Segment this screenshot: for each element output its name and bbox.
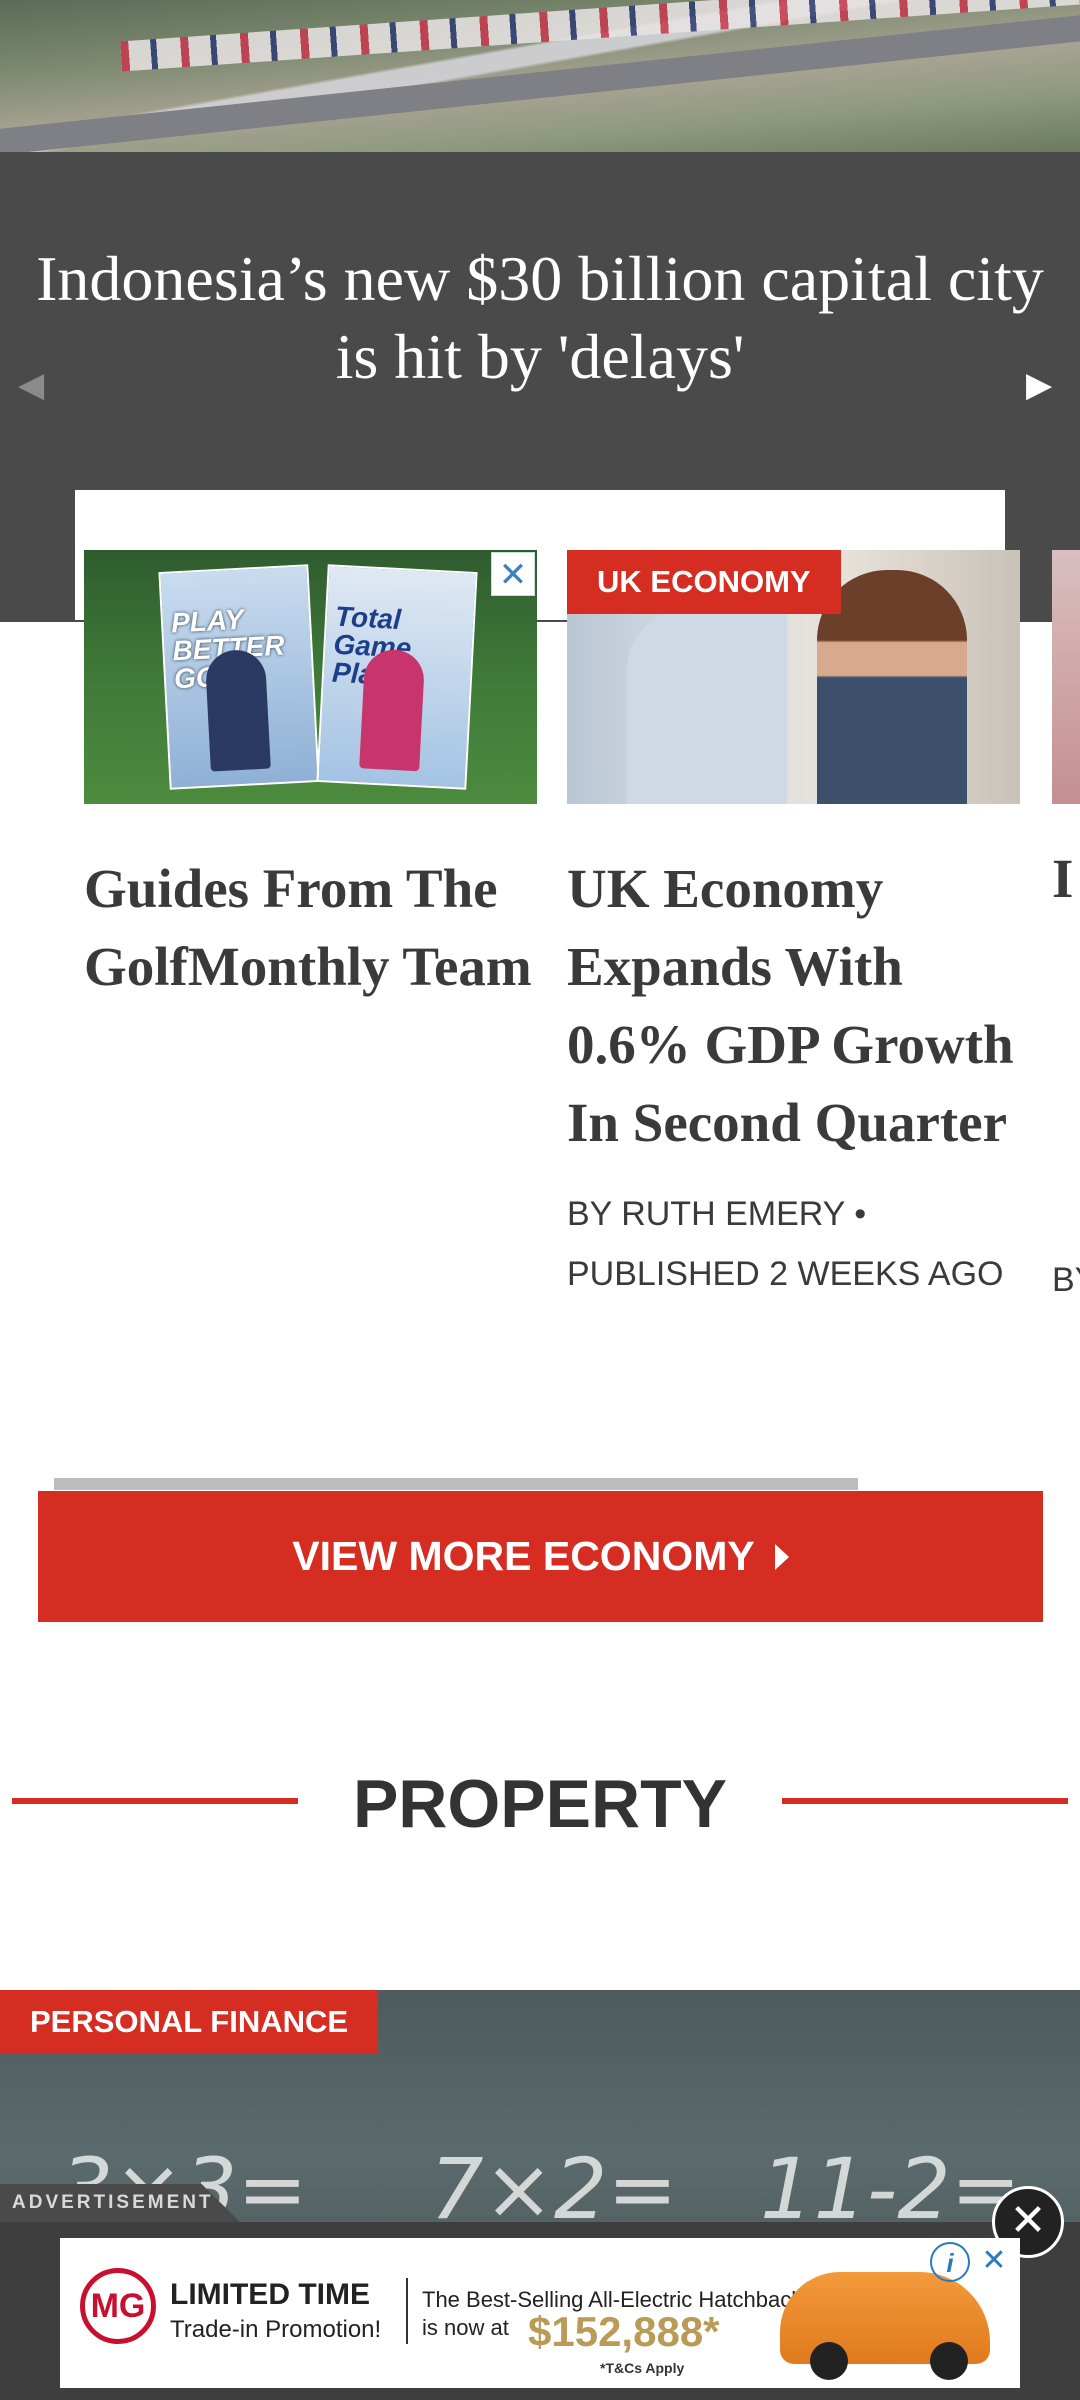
- golfer-figure: [204, 648, 271, 772]
- ad-terms: *T&Cs Apply: [600, 2360, 685, 2376]
- carousel-next-arrow-icon[interactable]: ▶: [1026, 365, 1052, 405]
- section-heading-label[interactable]: PROPERTY: [0, 1768, 1080, 1840]
- adchoices-info-icon[interactable]: i: [930, 2242, 970, 2282]
- view-more-economy-button[interactable]: VIEW MORE ECONOMY: [38, 1491, 1043, 1622]
- carousel-card-partial-byline: BY PU AG: [1052, 1261, 1080, 1299]
- carousel-card-golf[interactable]: PLAY BETTER GOLF Total Game Plan ✕ Guide…: [84, 550, 537, 1006]
- carousel-card-partial-title[interactable]: I T D F M: [1052, 840, 1080, 918]
- heading-rule-right: [782, 1798, 1068, 1804]
- carousel-prev-arrow-icon[interactable]: ◀: [18, 365, 44, 405]
- play-arrow-icon: [774, 1543, 789, 1570]
- section-heading: PROPERTY: [0, 1760, 1080, 1840]
- customer-arm: [627, 610, 787, 804]
- golf-magazine-image[interactable]: PLAY BETTER GOLF Total Game Plan ✕: [84, 550, 537, 804]
- car-image: [780, 2272, 990, 2380]
- category-tag[interactable]: PERSONAL FINANCE: [0, 1990, 379, 2054]
- economy-carousel: PLAY BETTER GOLF Total Game Plan ✕ Guide…: [0, 490, 1080, 1490]
- golfer-figure: [359, 648, 426, 772]
- view-more-label: VIEW MORE ECONOMY: [292, 1533, 755, 1579]
- ad-dismiss-icon[interactable]: ✕: [974, 2242, 1014, 2282]
- magazine-cover: PLAY BETTER GOLF: [158, 564, 320, 790]
- ad-headline: LIMITED TIME: [170, 2278, 370, 2311]
- category-tag[interactable]: UK ECONOMY: [567, 550, 841, 614]
- carousel-card-uk-economy[interactable]: UK ECONOMY UK Economy Expands With 0.6% …: [567, 550, 1020, 1304]
- carousel-card-partial-image[interactable]: [1052, 550, 1080, 804]
- ad-divider: [406, 2278, 408, 2344]
- hero-photo[interactable]: [0, 0, 1080, 152]
- slide-title[interactable]: Indonesia’s new $30 billion capital city…: [20, 240, 1060, 396]
- ad-close-icon[interactable]: ✕: [491, 552, 535, 596]
- ad-subheadline: Trade-in Promotion!: [170, 2316, 382, 2343]
- card-title[interactable]: UK Economy Expands With 0.6% GDP Growth …: [567, 850, 1020, 1162]
- card-image[interactable]: UK ECONOMY: [567, 550, 1020, 804]
- ad-price: $152,888*: [528, 2308, 720, 2355]
- magazine-cover: Total Game Plan: [316, 564, 478, 790]
- ad-banner[interactable]: MG LIMITED TIME Trade-in Promotion! The …: [60, 2238, 1020, 2388]
- card-title[interactable]: Guides From The GolfMonthly Team: [84, 850, 537, 1006]
- advertisement-label: ADVERTISEMENT: [0, 2184, 240, 2222]
- card-byline: BY RUTH EMERY • PUBLISHED 2 WEEKS AGO: [567, 1195, 1004, 1293]
- carousel-scrollbar[interactable]: [54, 1478, 858, 1490]
- mg-logo-icon: MG: [80, 2268, 156, 2344]
